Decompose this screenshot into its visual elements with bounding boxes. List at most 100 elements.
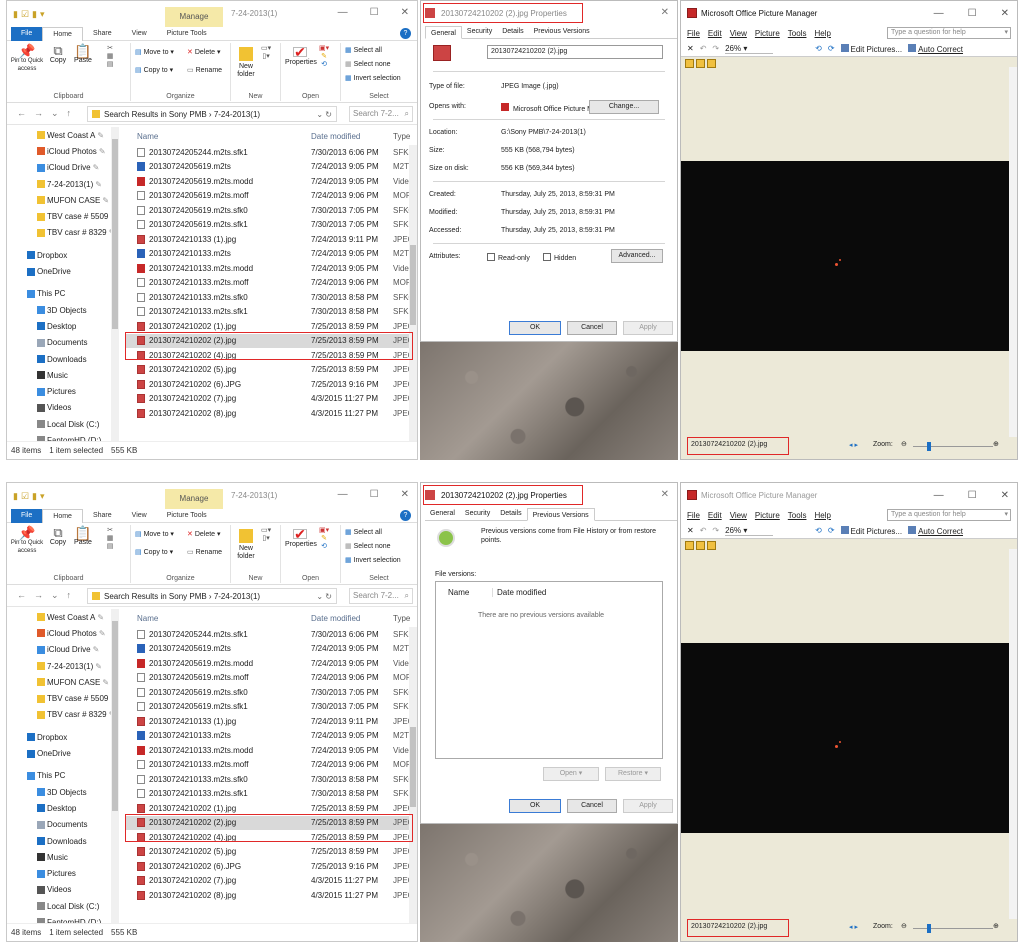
checkmark-icon[interactable]: ☑ <box>21 491 29 502</box>
tab-home[interactable]: Home <box>42 26 83 41</box>
rotate-left-icon[interactable]: ⟲ <box>815 526 822 535</box>
dropdown-icon[interactable]: ▾ <box>40 491 45 502</box>
zoom-select[interactable]: 26% ▾ <box>725 526 774 536</box>
close-button[interactable]: ✕ <box>1001 490 1009 501</box>
menu-tools[interactable]: Tools <box>788 511 807 520</box>
maximize-button[interactable]: ☐ <box>370 489 379 500</box>
nav-item-12[interactable]: Documents <box>7 817 117 833</box>
nav-item-8[interactable]: OneDrive <box>7 745 117 761</box>
rename-button[interactable]: ▭ Rename <box>187 67 222 75</box>
nav-item-7[interactable]: Dropbox <box>7 729 117 745</box>
prev-next-arrows[interactable]: ◂ ▸ <box>849 441 858 449</box>
table-row[interactable]: 20130724205619.m2ts.moff 7/24/2013 9:06 … <box>125 671 417 686</box>
column-type[interactable]: Type <box>393 132 415 141</box>
help-question-input[interactable]: Type a question for help ▾ <box>887 509 1011 521</box>
up-icon[interactable]: ↑ <box>67 590 72 601</box>
tab-general[interactable]: General <box>425 26 462 39</box>
copy-to-button[interactable]: ▤ Copy to ▾ <box>135 67 173 75</box>
close-button[interactable]: ✕ <box>1001 8 1009 19</box>
ok-button[interactable]: OK <box>509 321 561 335</box>
nav-item-18[interactable]: FantomHD (D:) <box>7 914 117 923</box>
close-button[interactable]: ✕ <box>401 7 409 18</box>
maximize-button[interactable]: ☐ <box>968 8 977 19</box>
move-to-button[interactable]: ▤ Move to ▾ <box>135 531 174 539</box>
readonly-checkbox[interactable]: Read-only <box>487 253 530 262</box>
nav-item-16[interactable]: Videos <box>7 882 117 898</box>
menu-file[interactable]: File <box>687 511 700 520</box>
new-folder-button[interactable]: New folder <box>235 47 257 79</box>
nav-item-18[interactable]: FantomHD (D:) <box>7 432 117 441</box>
table-row[interactable]: 20130724210133 (1).jpg 7/24/2013 9:11 PM… <box>125 232 417 247</box>
close-button[interactable]: ✕ <box>661 489 669 500</box>
minimize-button[interactable]: — <box>934 8 944 19</box>
nav-item-4[interactable]: MUFON CASE ✎ <box>7 674 117 690</box>
tab-view[interactable]: View <box>122 27 157 41</box>
search-input[interactable]: Search 7-2... ⌕ <box>349 106 413 122</box>
menu-picture[interactable]: Picture <box>755 511 780 520</box>
nav-item-9[interactable]: This PC <box>7 768 117 784</box>
tab-previous-versions[interactable]: Previous Versions <box>529 25 595 38</box>
table-row[interactable]: 20130724210133.m2ts.modd 7/24/2013 9:05 … <box>125 743 417 758</box>
address-bar[interactable]: Search Results in Sony PMB › 7-24-2013(1… <box>87 588 337 604</box>
table-row[interactable]: 20130724210133.m2ts.sfk0 7/30/2013 8:58 … <box>125 290 417 305</box>
tab-picture-tools[interactable]: Picture Tools <box>157 509 217 523</box>
nav-item-10[interactable]: 3D Objects <box>7 302 117 318</box>
close-button[interactable]: ✕ <box>661 7 669 18</box>
single-view-icon[interactable] <box>707 540 716 550</box>
advanced-button[interactable]: Advanced... <box>611 249 663 263</box>
restore-button[interactable]: Restore ▾ <box>605 767 661 781</box>
filename-field[interactable]: 20130724210202 (2).jpg <box>487 45 663 59</box>
select-all-button[interactable]: ▦ Select all <box>345 47 382 55</box>
table-row[interactable]: 20130724205619.m2ts 7/24/2013 9:05 PM M2… <box>125 160 417 175</box>
table-row[interactable]: 20130724210202 (4).jpg 7/25/2013 8:59 PM… <box>125 830 417 845</box>
table-row[interactable]: 20130724205619.m2ts.modd 7/24/2013 9:05 … <box>125 656 417 671</box>
menu-help[interactable]: Help <box>814 511 830 520</box>
properties-button[interactable]: ✔ Properties <box>285 527 317 549</box>
menu-tools[interactable]: Tools <box>788 29 807 38</box>
prev-next-arrows[interactable]: ◂ ▸ <box>849 923 858 931</box>
nav-item-4[interactable]: MUFON CASE ✎ <box>7 192 117 208</box>
close-icon[interactable]: ✕ <box>687 44 694 53</box>
table-row[interactable]: 20130724210133.m2ts.sfk0 7/30/2013 8:58 … <box>125 772 417 787</box>
tab-view[interactable]: View <box>122 509 157 523</box>
table-row[interactable]: 20130724210202 (4).jpg 7/25/2013 8:59 PM… <box>125 348 417 363</box>
nav-item-6[interactable]: TBV casr # 8329✎ <box>7 707 117 723</box>
table-row[interactable]: 20130724205244.m2ts.sfk1 7/30/2013 6:06 … <box>125 627 417 642</box>
pm-scrollbar[interactable] <box>1009 549 1017 919</box>
tab-file[interactable]: File <box>11 508 43 523</box>
select-none-button[interactable]: ▦ Select none <box>345 61 391 69</box>
table-row[interactable]: 20130724205244.m2ts.sfk1 7/30/2013 6:06 … <box>125 145 417 160</box>
zoom-in-icon[interactable]: ⊕ <box>993 922 999 930</box>
edit-pictures-button[interactable]: Edit Pictures... <box>840 525 902 536</box>
refresh-icon[interactable]: ⌄ ↻ <box>316 592 332 601</box>
nav-item-2[interactable]: iCloud Drive ✎ <box>7 160 117 176</box>
single-view-icon[interactable] <box>707 58 716 68</box>
table-row[interactable]: 20130724210202 (6).JPG 7/25/2013 9:16 PM… <box>125 859 417 874</box>
tab-details[interactable]: Details <box>497 25 528 38</box>
zoom-slider[interactable] <box>913 442 993 451</box>
menu-view[interactable]: View <box>730 511 747 520</box>
table-row[interactable]: 20130724210133.m2ts.sfk1 7/30/2013 8:58 … <box>125 305 417 320</box>
list-scrollbar[interactable] <box>409 627 417 923</box>
thumbnail-view-icon[interactable] <box>685 540 694 550</box>
nav-item-11[interactable]: Desktop <box>7 318 117 334</box>
tab-share[interactable]: Share <box>83 509 122 523</box>
nav-item-15[interactable]: Pictures <box>7 383 117 399</box>
rename-button[interactable]: ▭ Rename <box>187 549 222 557</box>
table-row[interactable]: 20130724210133.m2ts 7/24/2013 9:05 PM M2… <box>125 729 417 744</box>
nav-scrollbar[interactable] <box>111 127 119 441</box>
nav-item-3[interactable]: 7-24-2013(1) ✎ <box>7 658 117 674</box>
pin-button[interactable]: 📌 Pin to Quick access <box>9 44 45 73</box>
zoom-select[interactable]: 26% ▾ <box>725 44 774 54</box>
cancel-button[interactable]: Cancel <box>567 799 617 813</box>
tab-share[interactable]: Share <box>83 27 122 41</box>
nav-item-9[interactable]: This PC <box>7 286 117 302</box>
delete-button[interactable]: ✕ Delete ▾ <box>187 531 221 539</box>
column-date[interactable]: Date modified <box>311 614 395 623</box>
zoom-out-icon[interactable]: ⊖ <box>901 922 907 930</box>
nav-item-13[interactable]: Downloads <box>7 351 117 367</box>
menu-picture[interactable]: Picture <box>755 29 780 38</box>
table-row[interactable]: 20130724210202 (5).jpg 7/25/2013 8:59 PM… <box>125 363 417 378</box>
properties-button[interactable]: ✔ Properties <box>285 45 317 67</box>
cancel-button[interactable]: Cancel <box>567 321 617 335</box>
